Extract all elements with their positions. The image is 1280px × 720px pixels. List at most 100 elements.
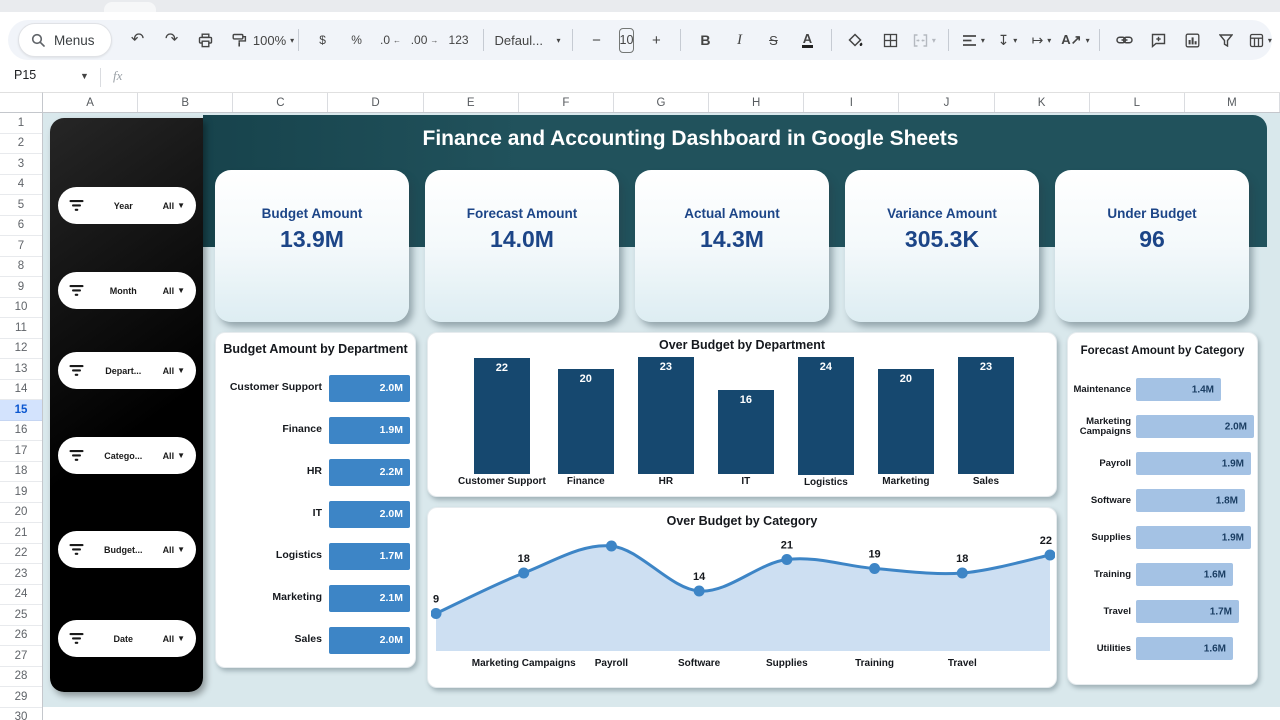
row-header-27[interactable]: 27 [0, 646, 42, 667]
chevron-down-icon[interactable]: ▼ [80, 71, 89, 81]
menus-button[interactable]: Menus [18, 23, 112, 57]
bold-button[interactable]: B [689, 26, 721, 54]
row-header-18[interactable]: 18 [0, 462, 42, 483]
create-filter-button[interactable] [1210, 26, 1242, 54]
row-header-25[interactable]: 25 [0, 605, 42, 626]
redo-button[interactable]: ↷ [156, 26, 188, 54]
vertical-align-button[interactable]: ↧ ▾ [991, 26, 1023, 54]
column-header-a[interactable]: A [43, 93, 138, 112]
column-bar: 23 [958, 357, 1014, 474]
row-header-1[interactable]: 1 [0, 113, 42, 134]
font-size-input[interactable]: 10 [619, 28, 635, 53]
row-header-17[interactable]: 17 [0, 441, 42, 462]
row-header-28[interactable]: 28 [0, 667, 42, 688]
row-header-24[interactable]: 24 [0, 585, 42, 606]
column-header-l[interactable]: L [1090, 93, 1185, 112]
paint-format-button[interactable] [224, 26, 256, 54]
row-header-8[interactable]: 8 [0, 257, 42, 278]
column-header-k[interactable]: K [995, 93, 1090, 112]
merge-cells-button[interactable]: ▾ [908, 26, 940, 54]
horizontal-align-button[interactable]: ▾ [957, 26, 989, 54]
column-header-b[interactable]: B [138, 93, 233, 112]
chart-bars: Customer Support2.0MFinance1.9MHR2.2MIT2… [222, 367, 410, 661]
row-header-20[interactable]: 20 [0, 503, 42, 524]
row-header-30[interactable]: 30 [0, 708, 42, 720]
table-views-button[interactable]: ▾ [1244, 26, 1276, 54]
chart-bars: Maintenance1.4MMarketing Campaigns2.0MPa… [1071, 371, 1254, 678]
decrease-font-size-button[interactable]: − [581, 26, 613, 54]
column-header-g[interactable]: G [614, 93, 709, 112]
undo-button[interactable]: ↶ [122, 26, 154, 54]
row-header-14[interactable]: 14 [0, 380, 42, 401]
filter-date[interactable]: DateAll▼ [58, 620, 196, 657]
filter-budget[interactable]: Budget...All▼ [58, 531, 196, 568]
row-header-5[interactable]: 5 [0, 195, 42, 216]
font-selector[interactable]: Defaul... ▾ [492, 26, 564, 54]
chart-budget-by-department[interactable]: Budget Amount by Department Customer Sup… [215, 332, 416, 668]
strikethrough-icon: S [769, 33, 778, 48]
chart-forecast-by-category[interactable]: Forecast Amount by Category Maintenance1… [1067, 332, 1258, 685]
increase-font-size-button[interactable]: + [640, 26, 672, 54]
insert-chart-button[interactable] [1176, 26, 1208, 54]
increase-decimal-button[interactable]: .00→ [409, 26, 441, 54]
borders-button[interactable] [874, 26, 906, 54]
italic-button[interactable]: I [723, 26, 755, 54]
column-header-c[interactable]: C [233, 93, 328, 112]
text-rotation-button[interactable]: A↗ ▾ [1059, 26, 1091, 54]
insert-link-button[interactable] [1108, 26, 1140, 54]
column-header-m[interactable]: M [1185, 93, 1280, 112]
filter-catego[interactable]: Catego...All▼ [58, 437, 196, 474]
more-formats-button[interactable]: 123 [443, 26, 475, 54]
bar-value-label: 2.0M [380, 382, 403, 394]
column-header-e[interactable]: E [424, 93, 519, 112]
insert-comment-button[interactable] [1142, 26, 1174, 54]
chart-over-budget-by-department[interactable]: Over Budget by Department 22Customer Sup… [427, 332, 1057, 497]
decrease-decimal-button[interactable]: .0← [375, 26, 407, 54]
text-wrap-button[interactable]: ↦ ▾ [1025, 26, 1057, 54]
row-header-9[interactable]: 9 [0, 277, 42, 298]
formula-input[interactable] [135, 64, 1280, 92]
row-header-4[interactable]: 4 [0, 175, 42, 196]
print-button[interactable] [190, 26, 222, 54]
row-header-6[interactable]: 6 [0, 216, 42, 237]
row-header-10[interactable]: 10 [0, 298, 42, 319]
column-header-f[interactable]: F [519, 93, 614, 112]
filter-depart[interactable]: Depart...All▼ [58, 352, 196, 389]
row-header-13[interactable]: 13 [0, 359, 42, 380]
row-header-21[interactable]: 21 [0, 523, 42, 544]
row-header-11[interactable]: 11 [0, 318, 42, 339]
format-currency-button[interactable]: $ [307, 26, 339, 54]
strikethrough-button[interactable]: S [757, 26, 789, 54]
zoom-control[interactable]: 100% ▾ [258, 26, 290, 54]
bar-row-it: IT2.0M [222, 493, 410, 535]
toolbar-divider [680, 29, 681, 51]
toolbar-area: Menus ↶ ↷ 100% ▾ $ % .0← .00→ [0, 12, 1280, 64]
bar-value-label: 1.9M [1222, 458, 1244, 469]
chevron-down-icon: ▾ [1047, 36, 1051, 45]
filter-month[interactable]: MonthAll▼ [58, 272, 196, 309]
filter-icon [1219, 34, 1233, 47]
fill-color-button[interactable] [840, 26, 872, 54]
row-header-23[interactable]: 23 [0, 564, 42, 585]
bar-category-label: Supplies [1071, 533, 1136, 543]
select-all-corner[interactable] [0, 92, 43, 113]
row-header-29[interactable]: 29 [0, 687, 42, 708]
column-header-j[interactable]: J [899, 93, 994, 112]
row-header-12[interactable]: 12 [0, 339, 42, 360]
row-header-16[interactable]: 16 [0, 421, 42, 442]
row-header-7[interactable]: 7 [0, 236, 42, 257]
filter-year[interactable]: YearAll▼ [58, 187, 196, 224]
row-header-19[interactable]: 19 [0, 482, 42, 503]
column-header-d[interactable]: D [328, 93, 423, 112]
row-header-26[interactable]: 26 [0, 626, 42, 647]
text-color-button[interactable]: A [791, 26, 823, 54]
chart-over-budget-by-category[interactable]: Over Budget by Category 918Marketing Cam… [427, 507, 1057, 688]
column-header-i[interactable]: I [804, 93, 899, 112]
row-header-3[interactable]: 3 [0, 154, 42, 175]
column-header-h[interactable]: H [709, 93, 804, 112]
row-header-22[interactable]: 22 [0, 544, 42, 565]
name-box[interactable]: P15 [14, 68, 36, 82]
format-percent-button[interactable]: % [341, 26, 373, 54]
row-header-15[interactable]: 15 [0, 400, 42, 421]
row-header-2[interactable]: 2 [0, 134, 42, 155]
